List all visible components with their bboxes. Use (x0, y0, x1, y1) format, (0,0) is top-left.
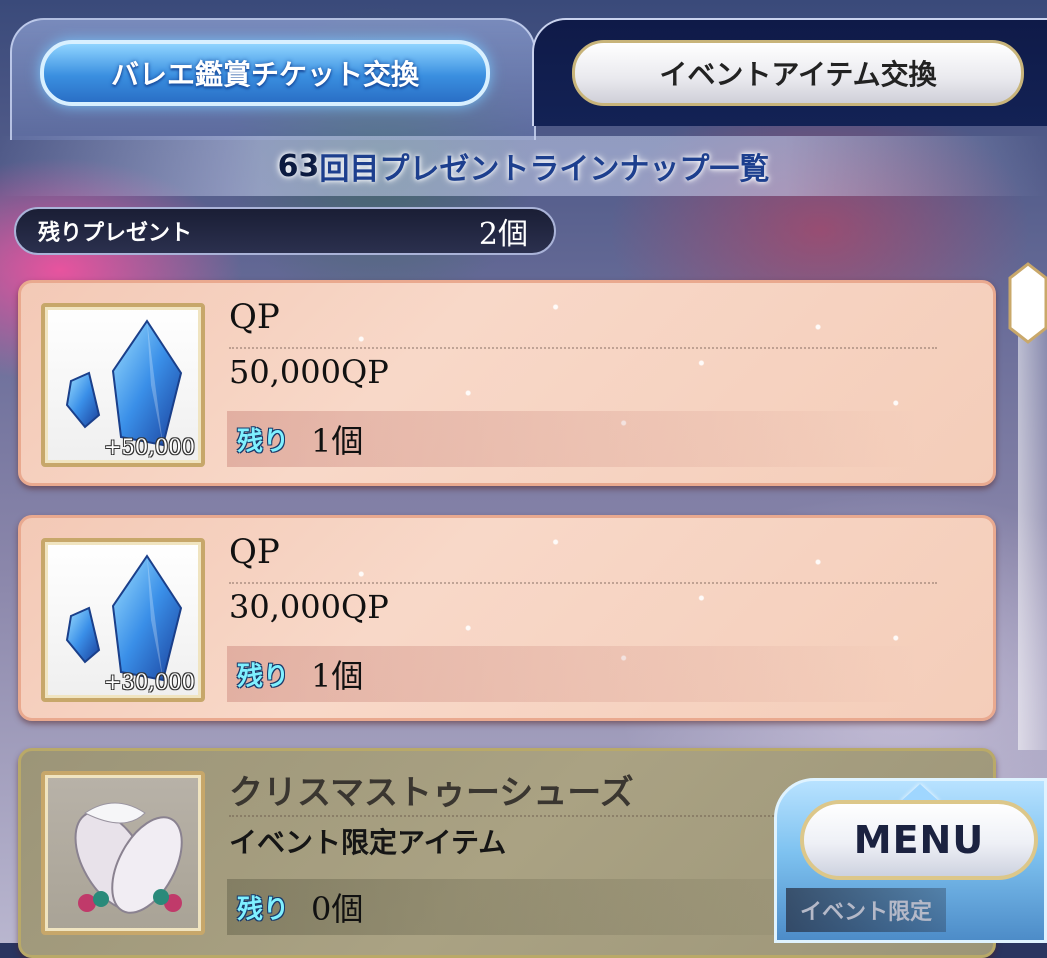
tab-event-item-exchange[interactable]: イベントアイテム交換 (572, 40, 1024, 106)
stock-label: 残り (237, 661, 290, 692)
ballet-shoes-icon (74, 802, 183, 914)
item-thumbnail: +50,000 (41, 303, 205, 467)
stock-row: 残り 1個 (227, 646, 917, 702)
item-description: 50,000QP (229, 353, 389, 391)
item-name: クリスマストゥーシューズ (229, 773, 634, 813)
stock-label: 残り (237, 894, 290, 925)
item-description: 30,000QP (229, 588, 389, 626)
lineup-title-text: 回目プレゼントラインナップ一覧 (319, 152, 770, 187)
item-name: QP (229, 532, 280, 572)
scrollbar-thumb[interactable] (1008, 262, 1047, 344)
stock-count: 1個 (311, 657, 364, 695)
scrollbar-track[interactable] (1018, 300, 1047, 750)
item-description: イベント限定アイテム (229, 826, 507, 859)
stock-count: 1個 (311, 422, 364, 460)
lineup-round-number: 63 (277, 148, 320, 184)
tab-ballet-ticket-exchange[interactable]: バレエ鑑賞チケット交換 (40, 40, 490, 106)
stock-row: 残り 1個 (227, 411, 917, 467)
tab-bar: バレエ鑑賞チケット交換 イベントアイテム交換 (0, 0, 1047, 140)
event-limited-tag: イベント限定 (786, 888, 946, 932)
remaining-presents-bar: 残りプレゼント 2個 (14, 207, 556, 255)
item-amount-badge: +50,000 (103, 435, 195, 459)
stock-count: 0個 (311, 890, 364, 928)
list-item[interactable]: +30,000 QP 30,000QP 残り 1個 (18, 515, 996, 721)
lineup-header: 63 回目プレゼントラインナップ一覧 (0, 136, 1047, 196)
item-thumbnail (41, 771, 205, 935)
divider (229, 582, 937, 584)
remaining-presents-count: 2個 (478, 217, 528, 252)
item-name: QP (229, 297, 280, 337)
remaining-presents-label: 残りプレゼント (38, 221, 193, 246)
item-amount-badge: +30,000 (103, 670, 195, 694)
menu-button[interactable]: MENU (800, 800, 1038, 880)
stock-label: 残り (237, 426, 290, 457)
divider (229, 347, 937, 349)
item-thumbnail: +30,000 (41, 538, 205, 702)
list-item[interactable]: +50,000 QP 50,000QP 残り 1個 (18, 280, 996, 486)
